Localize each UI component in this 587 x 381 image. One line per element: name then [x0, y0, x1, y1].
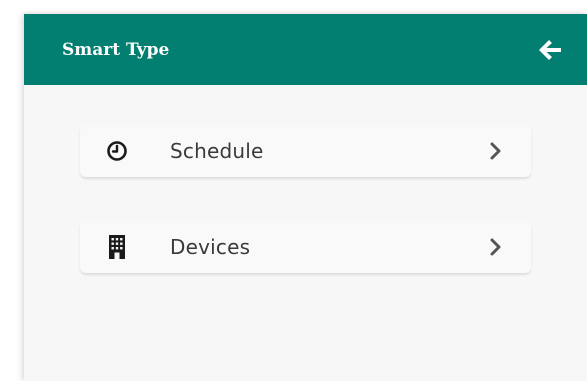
panel-header: Smart Type [24, 14, 587, 85]
chevron-right-icon [489, 238, 503, 256]
page-title: Smart Type [62, 39, 170, 60]
menu-item-label: Devices [170, 235, 251, 259]
smart-type-panel: Smart Type Schedule Devices [24, 14, 587, 381]
menu-item-label: Schedule [170, 139, 264, 163]
building-icon [106, 234, 128, 260]
chevron-right-icon [489, 142, 503, 160]
menu-item-devices[interactable]: Devices [80, 221, 531, 273]
menu-item-schedule[interactable]: Schedule [80, 125, 531, 177]
back-button[interactable] [533, 33, 567, 67]
clock-icon [106, 138, 128, 164]
arrow-left-icon [539, 39, 561, 60]
menu-list: Schedule Devices [24, 85, 587, 273]
